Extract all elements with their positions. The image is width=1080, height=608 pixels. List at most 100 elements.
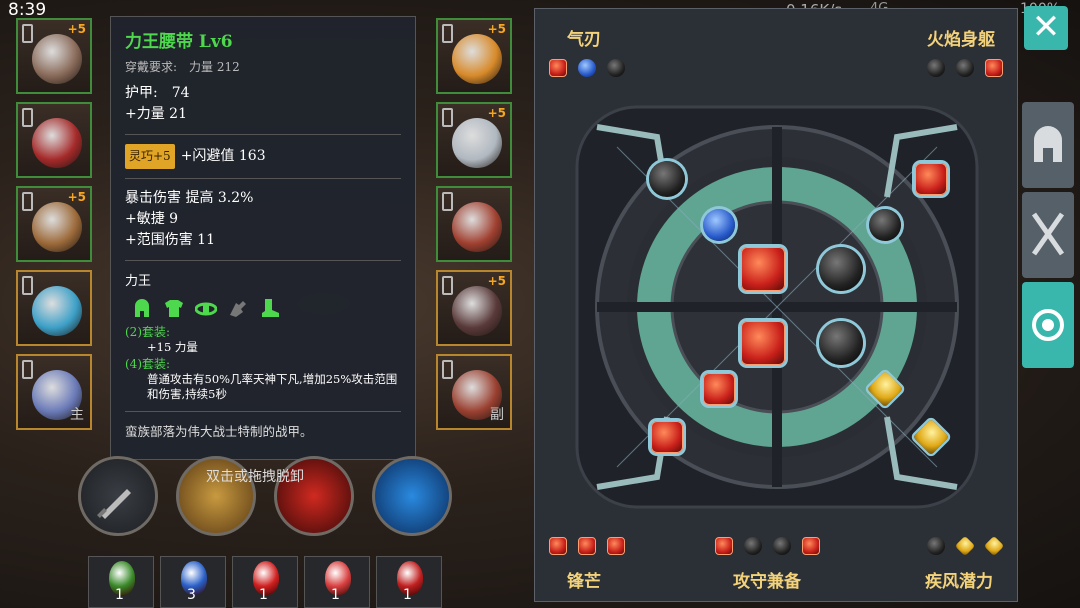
- rune-socket[interactable]: [741, 321, 785, 365]
- rune-socket[interactable]: [915, 163, 947, 195]
- belt-set-icon: [194, 297, 218, 319]
- potion-count: 1: [331, 587, 340, 603]
- skill-sword-button[interactable]: [78, 456, 158, 536]
- rune-socket[interactable]: [819, 321, 863, 365]
- rune-board: [575, 105, 979, 509]
- red-gem-icon: [578, 537, 596, 555]
- equip-slot-belt[interactable]: +5: [16, 186, 92, 262]
- red-gem-icon: [802, 537, 820, 555]
- crit-stat: 暴击伤害 提高 3.2%: [125, 190, 254, 206]
- rune-socket[interactable]: [649, 161, 685, 197]
- red-gem-icon: [715, 537, 733, 555]
- crossed-swords-icon: [1031, 212, 1065, 256]
- enhance-level: +5: [67, 190, 86, 204]
- boots-icon: [452, 202, 502, 252]
- equip-slot-ring[interactable]: [16, 270, 92, 346]
- enchant-badge: 灵巧+5: [125, 144, 175, 169]
- red-gem-icon: [607, 537, 625, 555]
- divider: [125, 134, 401, 135]
- lock-icon: [442, 192, 453, 211]
- ring-icon: [452, 286, 502, 336]
- potion-count: 3: [187, 587, 196, 603]
- rune-socket[interactable]: [703, 373, 735, 405]
- armor-stat: 护甲: 74: [125, 85, 190, 101]
- lock-icon: [442, 24, 453, 43]
- enhance-level: +5: [67, 22, 86, 36]
- gloves-set-icon: [227, 297, 249, 319]
- rune-set-title-bottom-center: 攻守兼备: [733, 572, 801, 592]
- equip-slot-boots[interactable]: [436, 186, 512, 262]
- gold-gem-icon: [954, 535, 976, 557]
- agility-stat: +敏捷 9: [125, 211, 179, 227]
- red-gem-icon: [549, 59, 567, 77]
- item-requirement: 穿戴要求: 力量 212: [125, 60, 240, 74]
- helmet-icon: [32, 34, 82, 84]
- chest-icon: [32, 118, 82, 168]
- red-gem-icon: [985, 59, 1003, 77]
- equip-slot-helmet[interactable]: +5: [16, 18, 92, 94]
- lock-icon: [22, 360, 33, 379]
- dark-gem-icon: [744, 537, 762, 555]
- rune-socket[interactable]: [741, 247, 785, 291]
- potion-slot[interactable]: 1: [304, 556, 370, 608]
- chest-set-icon: [163, 297, 185, 319]
- lock-icon: [442, 108, 453, 127]
- strength-stat: +力量 21: [125, 106, 187, 122]
- rune-tab[interactable]: [1022, 282, 1074, 368]
- close-button[interactable]: ✕: [1024, 6, 1068, 50]
- equip-slot-gloves[interactable]: +5: [436, 102, 512, 178]
- set-2-label: (2)套装:: [125, 325, 171, 339]
- potion-count: 1: [259, 587, 268, 603]
- lock-icon: [22, 24, 33, 43]
- rune-socket[interactable]: [869, 209, 901, 241]
- rune-panel: 气刃 火焰身躯 锋芒 攻守兼备 疾风潜力: [534, 8, 1018, 602]
- blue-gem-icon: [578, 59, 596, 77]
- set-2-effect: +15 力量: [147, 340, 198, 354]
- gold-gem-icon: [983, 535, 1005, 557]
- equip-slot-chest[interactable]: [16, 102, 92, 178]
- equip-slot-ring[interactable]: +5: [436, 270, 512, 346]
- red-gem-icon: [549, 537, 567, 555]
- lock-icon: [22, 276, 33, 295]
- boots-set-icon: [259, 297, 281, 319]
- rune-socket[interactable]: [651, 421, 683, 453]
- belt-icon: [32, 202, 82, 252]
- rune-icon: [1032, 309, 1064, 341]
- dark-gem-icon: [927, 537, 945, 555]
- weapon-tab[interactable]: [1022, 192, 1074, 278]
- weapon-hand-mark: 主: [70, 407, 84, 423]
- rune-set-title-bottom-right: 疾风潜力: [925, 572, 993, 592]
- unequip-hint: 双击或拖拽脱卸: [206, 469, 304, 485]
- rune-set-title-top-right: 火焰身躯: [927, 30, 995, 50]
- helmet-set-icon: [131, 297, 153, 319]
- skill-dash-button[interactable]: [372, 456, 452, 536]
- sword-icon: [97, 489, 131, 519]
- lock-icon: [22, 192, 33, 211]
- equip-slot-amulet[interactable]: +5: [436, 18, 512, 94]
- potion-slot[interactable]: 3: [160, 556, 226, 608]
- dark-gem-icon: [956, 59, 974, 77]
- set-4-effect: 普通攻击有50%几率天神下凡,增加25%攻击范围和伤害,持续5秒: [147, 372, 398, 401]
- dark-gem-icon: [607, 59, 625, 77]
- enhance-level: +5: [487, 274, 506, 288]
- lock-icon: [442, 360, 453, 379]
- rune-socket[interactable]: [819, 247, 863, 291]
- amulet-icon: [452, 34, 502, 84]
- close-icon: ✕: [1031, 7, 1061, 47]
- potion-slot[interactable]: 1: [232, 556, 298, 608]
- ring-icon: [32, 286, 82, 336]
- weapon-hand-mark: 副: [490, 407, 504, 423]
- equip-slot-main-weapon[interactable]: 主: [16, 354, 92, 430]
- enhance-level: +5: [487, 106, 506, 120]
- helmet-tab[interactable]: [1022, 102, 1074, 188]
- rune-socket[interactable]: [703, 209, 735, 241]
- set-name: 力王: [125, 274, 152, 289]
- set-pieces: [131, 297, 401, 319]
- potion-slot[interactable]: 1: [376, 556, 442, 608]
- divider: [125, 178, 401, 179]
- item-flavor-text: 蛮族部落为伟大战士特制的战甲。: [125, 424, 313, 439]
- potion-slot[interactable]: 1: [88, 556, 154, 608]
- lock-icon: [22, 108, 33, 127]
- equip-slot-off-weapon[interactable]: 副: [436, 354, 512, 430]
- dodge-stat: +闪避值 163: [180, 148, 266, 164]
